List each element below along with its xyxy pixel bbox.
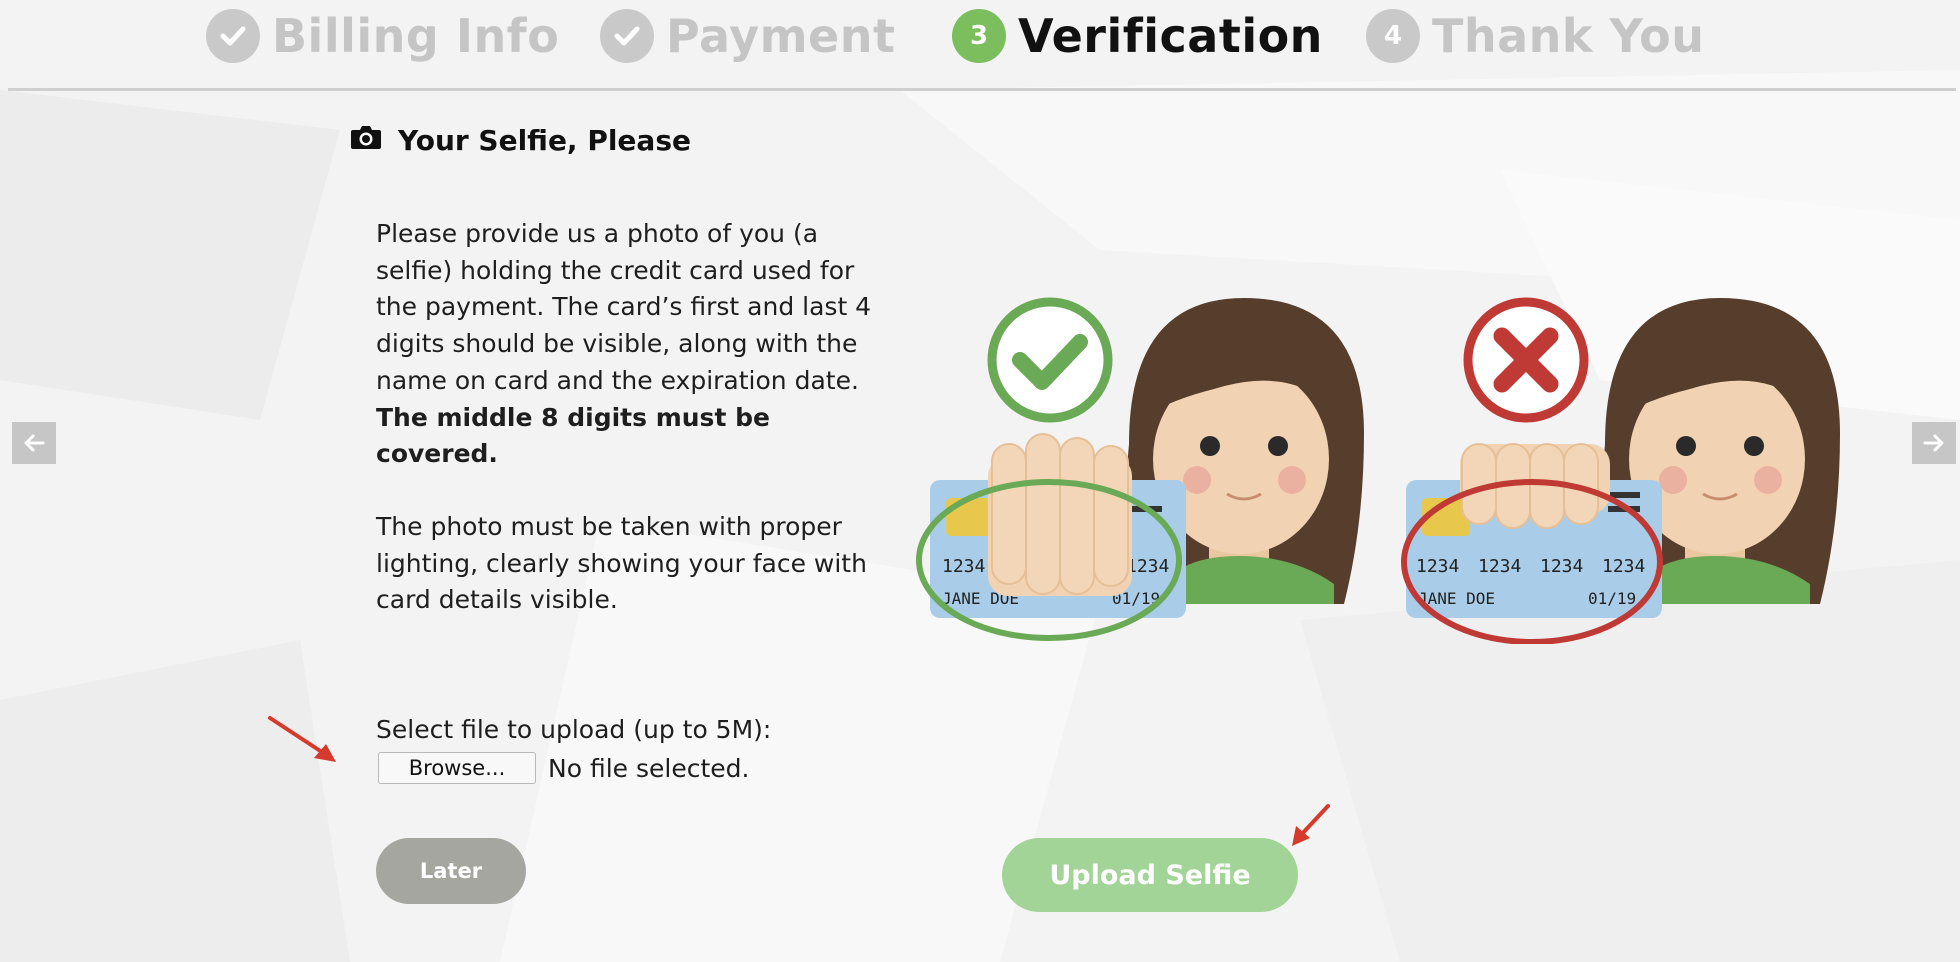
hand-illustration [988,433,1132,596]
checkout-stepper: Billing Info Payment 3 Verification 4 Th… [8,0,1956,91]
arrow-left-icon [24,434,45,452]
file-input[interactable]: Browse... No file selected. [378,752,749,784]
hint-arrow-icon [1292,804,1330,846]
step-number-badge: 4 [1366,9,1420,63]
step-payment[interactable]: Payment [600,8,895,64]
card-number-group-1: 1234 [1416,556,1459,577]
card-expiry: 01/19 [1588,589,1636,608]
section-heading: Your Selfie, Please [350,124,691,157]
browse-button[interactable]: Browse... [378,752,536,784]
step-thank-you[interactable]: 4 Thank You [1366,8,1704,64]
card-number-group-4: 1234 [1602,556,1645,577]
step-billing-info[interactable]: Billing Info [206,8,559,64]
upload-selfie-button[interactable]: Upload Selfie [1002,838,1298,912]
step-label-billing-info: Billing Info [272,9,560,63]
section-title: Your Selfie, Please [398,124,691,157]
correct-example-illustration: 1234 1234 JANE DOE 01/19 [916,297,1364,641]
arrow-right-icon [1923,434,1944,452]
card-number-first: 1234 [942,556,985,577]
instructions-paragraph-2: The photo must be taken with proper ligh… [376,511,867,615]
incorrect-example-illustration: 1234 1234 1234 1234 JANE DOE 01/19 [1401,297,1840,644]
instructions-emphasis: The middle 8 digits must be covered. [376,402,770,469]
step-number-badge: 3 [952,9,1006,63]
instructions-paragraph-1: Please provide us a photo of you (a self… [376,216,876,473]
step-verification[interactable]: 3 Verification [952,8,1323,64]
close-icon [1463,297,1589,423]
selfie-instructions: Please provide us a photo of you (a self… [376,216,876,655]
checkmark-icon [600,9,654,63]
card-number-group-3: 1234 [1540,556,1583,577]
next-slide-button[interactable] [1912,422,1956,464]
step-label-payment: Payment [666,9,896,63]
card-number-last: 1234 [1126,556,1169,577]
file-status: No file selected. [548,753,750,783]
card-number-group-2: 1234 [1478,556,1521,577]
verification-page: Billing Info Payment 3 Verification 4 Th… [8,0,1956,962]
camera-icon [350,124,382,157]
upload-label: Select file to upload (up to 5M): [376,715,772,744]
checkmark-icon [206,9,260,63]
later-button[interactable]: Later [376,838,526,904]
step-label-thank-you: Thank You [1432,9,1705,63]
previous-slide-button[interactable] [12,422,56,464]
step-label-verification: Verification [1018,9,1323,63]
checkmark-icon [987,297,1113,423]
instructions-text: Please provide us a photo of you (a self… [376,219,872,395]
card-name: JANE DOE [1418,589,1495,608]
hint-arrow-icon [268,716,336,762]
